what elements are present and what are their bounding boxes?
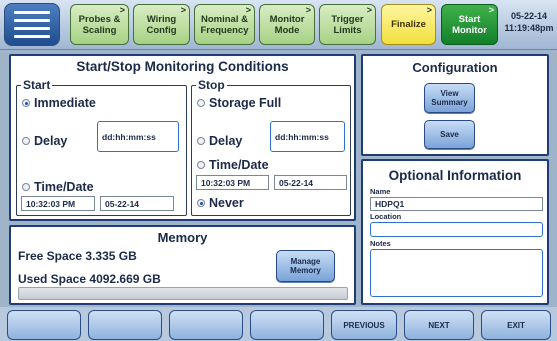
notes-field[interactable] bbox=[370, 249, 543, 297]
name-field[interactable]: HDPQ1 bbox=[370, 197, 543, 211]
save-button[interactable]: Save bbox=[424, 120, 475, 149]
used-space-value: 4092.669 GB bbox=[89, 272, 161, 286]
stop-legend: Stop bbox=[196, 78, 227, 92]
chevron-right-icon: > bbox=[305, 5, 311, 15]
step-label: Probes & Scaling bbox=[78, 13, 121, 36]
menu-logo-icon[interactable] bbox=[4, 3, 60, 46]
free-space-label: Free Space bbox=[18, 249, 83, 263]
configuration-panel: Configuration View Summary Save bbox=[361, 54, 549, 156]
chevron-right-icon: > bbox=[180, 5, 186, 15]
radio-empty-icon bbox=[22, 137, 30, 145]
wizard-header: > Probes & Scaling > Wiring Config > Nom… bbox=[0, 0, 557, 50]
softkey-4-button[interactable] bbox=[250, 310, 324, 340]
memory-panel: Memory Free Space 3.335 GB Used Space 40… bbox=[9, 225, 356, 305]
stop-never-radio[interactable]: Never bbox=[197, 196, 244, 210]
notes-label: Notes bbox=[370, 239, 391, 248]
chevron-right-icon: > bbox=[488, 5, 494, 15]
start-delay-input[interactable]: dd:hh:mm:ss bbox=[97, 121, 179, 152]
used-space-label: Used Space bbox=[18, 272, 87, 286]
radio-empty-icon bbox=[197, 137, 205, 145]
radio-empty-icon bbox=[22, 183, 30, 191]
clock-time: 11:19:48pm bbox=[504, 23, 554, 33]
monitoring-conditions-panel: Start/Stop Monitoring Conditions Start I… bbox=[9, 54, 356, 221]
free-space-value: 3.335 GB bbox=[85, 249, 137, 263]
exit-button[interactable]: EXIT bbox=[481, 310, 551, 340]
step-label: Start Monitor bbox=[452, 13, 487, 36]
memory-usage-bar bbox=[18, 287, 348, 300]
stop-delay-input[interactable]: dd:hh:mm:ss bbox=[270, 121, 345, 152]
optional-information-panel: Optional Information Name HDPQ1 Location… bbox=[361, 159, 549, 305]
radio-label: Never bbox=[209, 196, 244, 210]
stop-timedate-radio[interactable]: Time/Date bbox=[197, 158, 269, 172]
clock-date: 05-22-14 bbox=[510, 11, 548, 21]
chevron-right-icon: > bbox=[366, 5, 372, 15]
start-legend: Start bbox=[21, 78, 53, 92]
step-wiring-config[interactable]: > Wiring Config bbox=[133, 4, 190, 45]
step-monitor-mode[interactable]: > Monitor Mode bbox=[259, 4, 315, 45]
location-field[interactable] bbox=[370, 222, 543, 237]
name-label: Name bbox=[370, 187, 391, 196]
manage-memory-button[interactable]: Manage Memory bbox=[276, 250, 335, 282]
panel-title: Optional Information bbox=[388, 168, 522, 183]
radio-label: Time/Date bbox=[209, 158, 269, 172]
start-date-input[interactable]: 05-22-14 bbox=[100, 196, 174, 211]
stop-storage-full-radio[interactable]: Storage Full bbox=[197, 96, 281, 110]
start-delay-radio[interactable]: Delay bbox=[22, 134, 67, 148]
step-label: Wiring Config bbox=[146, 13, 177, 36]
step-probes-scaling[interactable]: > Probes & Scaling bbox=[70, 4, 129, 45]
used-space-row: Used Space 4092.669 GB bbox=[18, 272, 161, 286]
step-label: Finalize bbox=[391, 19, 426, 30]
start-group: Start Immediate Delay dd:hh:mm:ss Time/D… bbox=[16, 79, 187, 216]
radio-label: Delay bbox=[209, 134, 243, 148]
free-space-row: Free Space 3.335 GB bbox=[18, 249, 137, 263]
chevron-right-icon: > bbox=[426, 5, 432, 15]
step-label: Nominal & Frequency bbox=[200, 13, 249, 36]
step-label: Monitor Mode bbox=[269, 13, 305, 36]
chevron-right-icon: > bbox=[245, 5, 251, 15]
location-label: Location bbox=[370, 212, 402, 221]
softkey-1-button[interactable] bbox=[7, 310, 81, 340]
stop-date-input[interactable]: 05-22-14 bbox=[274, 175, 347, 190]
next-button[interactable]: NEXT bbox=[404, 310, 474, 340]
step-trigger-limits[interactable]: > Trigger Limits bbox=[319, 4, 376, 45]
panel-title: Start/Stop Monitoring Conditions bbox=[76, 59, 289, 74]
step-start-monitor[interactable]: > Start Monitor bbox=[441, 4, 498, 45]
softkey-2-button[interactable] bbox=[88, 310, 162, 340]
radio-label: Storage Full bbox=[209, 96, 282, 110]
clock: 05-22-14 11:19:48pm bbox=[503, 10, 555, 34]
stop-group: Stop Storage Full Delay dd:hh:mm:ss Time… bbox=[191, 79, 351, 216]
start-timedate-radio[interactable]: Time/Date bbox=[22, 180, 94, 194]
step-label: Trigger Limits bbox=[331, 13, 364, 36]
chevron-right-icon: > bbox=[119, 5, 125, 15]
view-summary-button[interactable]: View Summary bbox=[424, 83, 475, 113]
previous-button[interactable]: PREVIOUS bbox=[331, 310, 397, 340]
panel-title: Configuration bbox=[412, 60, 498, 75]
start-immediate-radio[interactable]: Immediate bbox=[22, 96, 96, 110]
radio-selected-icon bbox=[197, 199, 205, 207]
step-nominal-frequency[interactable]: > Nominal & Frequency bbox=[194, 4, 255, 45]
panel-title: Memory bbox=[157, 230, 208, 245]
radio-label: Immediate bbox=[34, 96, 96, 110]
stop-delay-radio[interactable]: Delay bbox=[197, 134, 242, 148]
radio-selected-icon bbox=[22, 99, 30, 107]
radio-label: Time/Date bbox=[34, 180, 94, 194]
radio-label: Delay bbox=[34, 134, 68, 148]
step-finalize[interactable]: > Finalize bbox=[381, 4, 436, 45]
softkey-3-button[interactable] bbox=[169, 310, 243, 340]
start-time-input[interactable]: 10:32:03 PM bbox=[21, 196, 95, 211]
softkey-bar: PREVIOUS NEXT EXIT bbox=[0, 307, 557, 341]
stop-time-input[interactable]: 10:32:03 PM bbox=[196, 175, 269, 190]
radio-empty-icon bbox=[197, 99, 205, 107]
radio-empty-icon bbox=[197, 161, 205, 169]
